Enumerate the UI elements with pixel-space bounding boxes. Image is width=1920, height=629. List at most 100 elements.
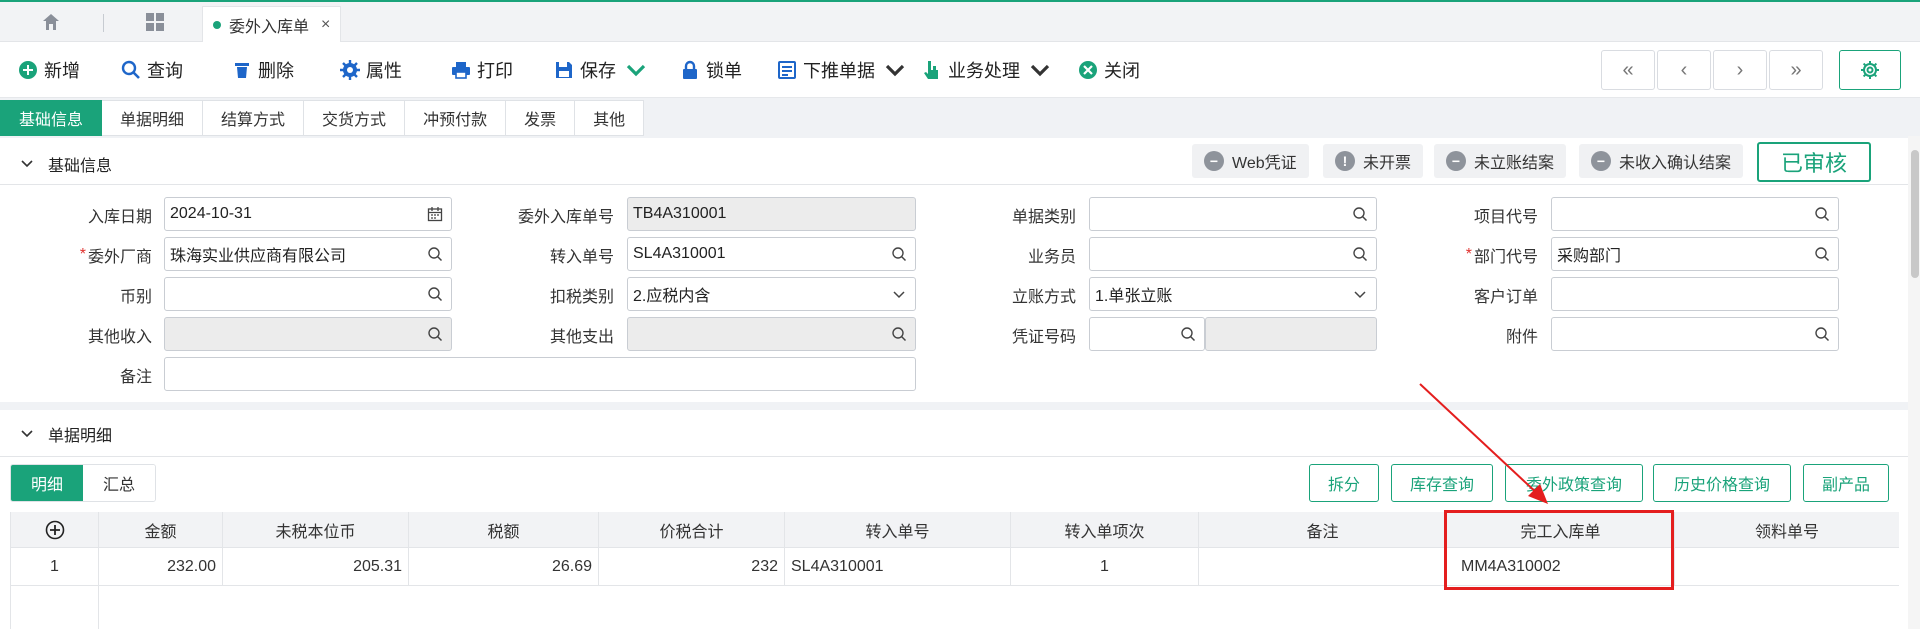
first-record-button[interactable]: « (1601, 50, 1655, 90)
col-remark[interactable]: 备注 (1199, 512, 1447, 548)
status-not-closed: − 未立账结案 (1434, 144, 1567, 178)
minus-circle-icon: − (1591, 151, 1611, 171)
delete-button[interactable]: 删除 (232, 56, 294, 84)
toolbar: 新增 查询 删除 属性 打印 保存 锁单 下推单据 业务处理 关闭 « ‹ › (0, 42, 1920, 98)
plus-circle-icon (19, 61, 37, 79)
search-icon[interactable] (891, 246, 907, 262)
query-button[interactable]: 查询 (121, 56, 183, 84)
col-tax[interactable]: 税额 (409, 512, 599, 548)
settings-button[interactable] (1839, 50, 1901, 90)
divider (0, 184, 1908, 185)
search-icon[interactable] (1814, 246, 1830, 262)
search-icon[interactable] (427, 286, 443, 302)
prev-record-button[interactable]: ‹ (1657, 50, 1711, 90)
detail-header[interactable]: 单据明细 (0, 414, 1908, 454)
cell-amount[interactable]: 232.00 (99, 548, 223, 586)
tab-delivery[interactable]: 交货方式 (304, 100, 406, 136)
tab-invoice[interactable]: 发票 (506, 100, 576, 136)
search-icon[interactable] (1814, 326, 1830, 342)
label-voucher-no: 凭证号码 (1011, 329, 1076, 346)
print-button[interactable]: 打印 (451, 56, 513, 84)
status-web-voucher: − Web凭证 (1192, 144, 1309, 178)
col-material-no[interactable]: 领料单号 (1675, 512, 1899, 548)
tab-prepayment[interactable]: 冲预付款 (405, 100, 507, 136)
tab-detail[interactable]: 单据明细 (102, 100, 204, 136)
save-button[interactable]: 保存 (554, 56, 646, 84)
search-icon[interactable] (1180, 326, 1196, 342)
byproduct-button[interactable]: 副产品 (1803, 464, 1889, 502)
close-button[interactable]: 关闭 (1078, 56, 1140, 84)
last-record-button[interactable]: » (1769, 50, 1823, 90)
search-icon[interactable] (427, 326, 443, 342)
col-transfer-no[interactable]: 转入单号 (785, 512, 1011, 548)
currency-input[interactable] (164, 277, 452, 311)
label-other-income: 其他收入 (87, 329, 152, 346)
status-not-invoiced: ! 未开票 (1323, 144, 1424, 178)
search-icon[interactable] (1352, 206, 1368, 222)
lock-button[interactable]: 锁单 (680, 56, 742, 84)
voucher-no-input[interactable] (1089, 317, 1205, 351)
tab-basic-info[interactable]: 基础信息 (0, 100, 103, 136)
apps-grid-icon[interactable] (137, 8, 173, 36)
scrollbar-thumb[interactable] (1911, 150, 1919, 278)
push-document-button[interactable]: 下推单据 (777, 56, 905, 84)
search-icon (121, 60, 140, 79)
cell-total[interactable]: 232 (599, 548, 785, 586)
vendor-input[interactable]: 珠海实业供应商有限公司 (164, 237, 452, 271)
other-income-input[interactable] (164, 317, 452, 351)
label-doc-type: 单据类别 (1011, 209, 1076, 226)
doc-type-input[interactable] (1089, 197, 1377, 231)
calendar-icon[interactable] (427, 206, 443, 222)
active-dot (213, 20, 221, 29)
tab-settlement[interactable]: 结算方式 (203, 100, 305, 136)
tab-outsource-receipt[interactable]: 委外入库单 × (202, 6, 342, 42)
subtab-detail[interactable]: 明细 (11, 465, 83, 501)
detail-subtabs: 明细 汇总 (10, 464, 156, 502)
col-transfer-item[interactable]: 转入单项次 (1011, 512, 1199, 548)
col-amount[interactable]: 金额 (99, 512, 223, 548)
frozen-col-divider (98, 586, 99, 629)
search-icon[interactable] (891, 326, 907, 342)
search-icon[interactable] (1814, 206, 1830, 222)
properties-button[interactable]: 属性 (340, 56, 402, 84)
salesman-input[interactable] (1089, 237, 1377, 271)
tab-separator (103, 14, 104, 32)
close-tab-icon[interactable]: × (321, 16, 330, 34)
status-income-not-closed: − 未收入确认结案 (1579, 144, 1744, 178)
label-currency: 币别 (119, 289, 152, 306)
remark-input[interactable] (164, 357, 916, 391)
account-method-select[interactable]: 1.单张立账 (1089, 277, 1377, 311)
split-button[interactable]: 拆分 (1309, 464, 1379, 502)
col-total[interactable]: 价税合计 (599, 512, 785, 548)
project-code-input[interactable] (1551, 197, 1839, 231)
price-history-query-button[interactable]: 历史价格查询 (1653, 464, 1791, 502)
outsource-no-input[interactable]: TB4A310001 (627, 197, 916, 231)
cell-untaxed[interactable]: 205.31 (223, 548, 409, 586)
transfer-no-input[interactable]: SL4A310001 (627, 237, 916, 271)
cell-remark[interactable] (1199, 548, 1447, 586)
cell-index: 1 (11, 548, 99, 586)
search-icon[interactable] (427, 246, 443, 262)
attachment-input[interactable] (1551, 317, 1839, 351)
cell-transfer-item[interactable]: 1 (1011, 548, 1199, 586)
dept-code-input[interactable]: 采购部门 (1551, 237, 1839, 271)
customer-order-input[interactable] (1551, 277, 1839, 311)
add-row-icon[interactable] (11, 512, 99, 548)
col-untaxed[interactable]: 未税本位币 (223, 512, 409, 548)
tax-type-select[interactable]: 2.应税内含 (627, 277, 916, 311)
tab-other[interactable]: 其他 (575, 100, 645, 136)
in-date-input[interactable]: 2024-10-31 (164, 197, 452, 231)
subtab-summary[interactable]: 汇总 (83, 465, 155, 501)
search-icon[interactable] (1352, 246, 1368, 262)
other-expense-input[interactable] (627, 317, 916, 351)
cell-transfer-no[interactable]: SL4A310001 (785, 548, 1011, 586)
chevron-down-icon[interactable] (1352, 286, 1368, 302)
next-record-button[interactable]: › (1713, 50, 1767, 90)
new-button[interactable]: 新增 (18, 56, 80, 84)
label-remark: 备注 (119, 369, 152, 386)
cell-tax[interactable]: 26.69 (409, 548, 599, 586)
chevron-down-icon[interactable] (891, 286, 907, 302)
cell-material-no[interactable] (1675, 548, 1899, 586)
home-icon[interactable] (33, 8, 69, 36)
business-process-button[interactable]: 业务处理 (922, 56, 1050, 84)
